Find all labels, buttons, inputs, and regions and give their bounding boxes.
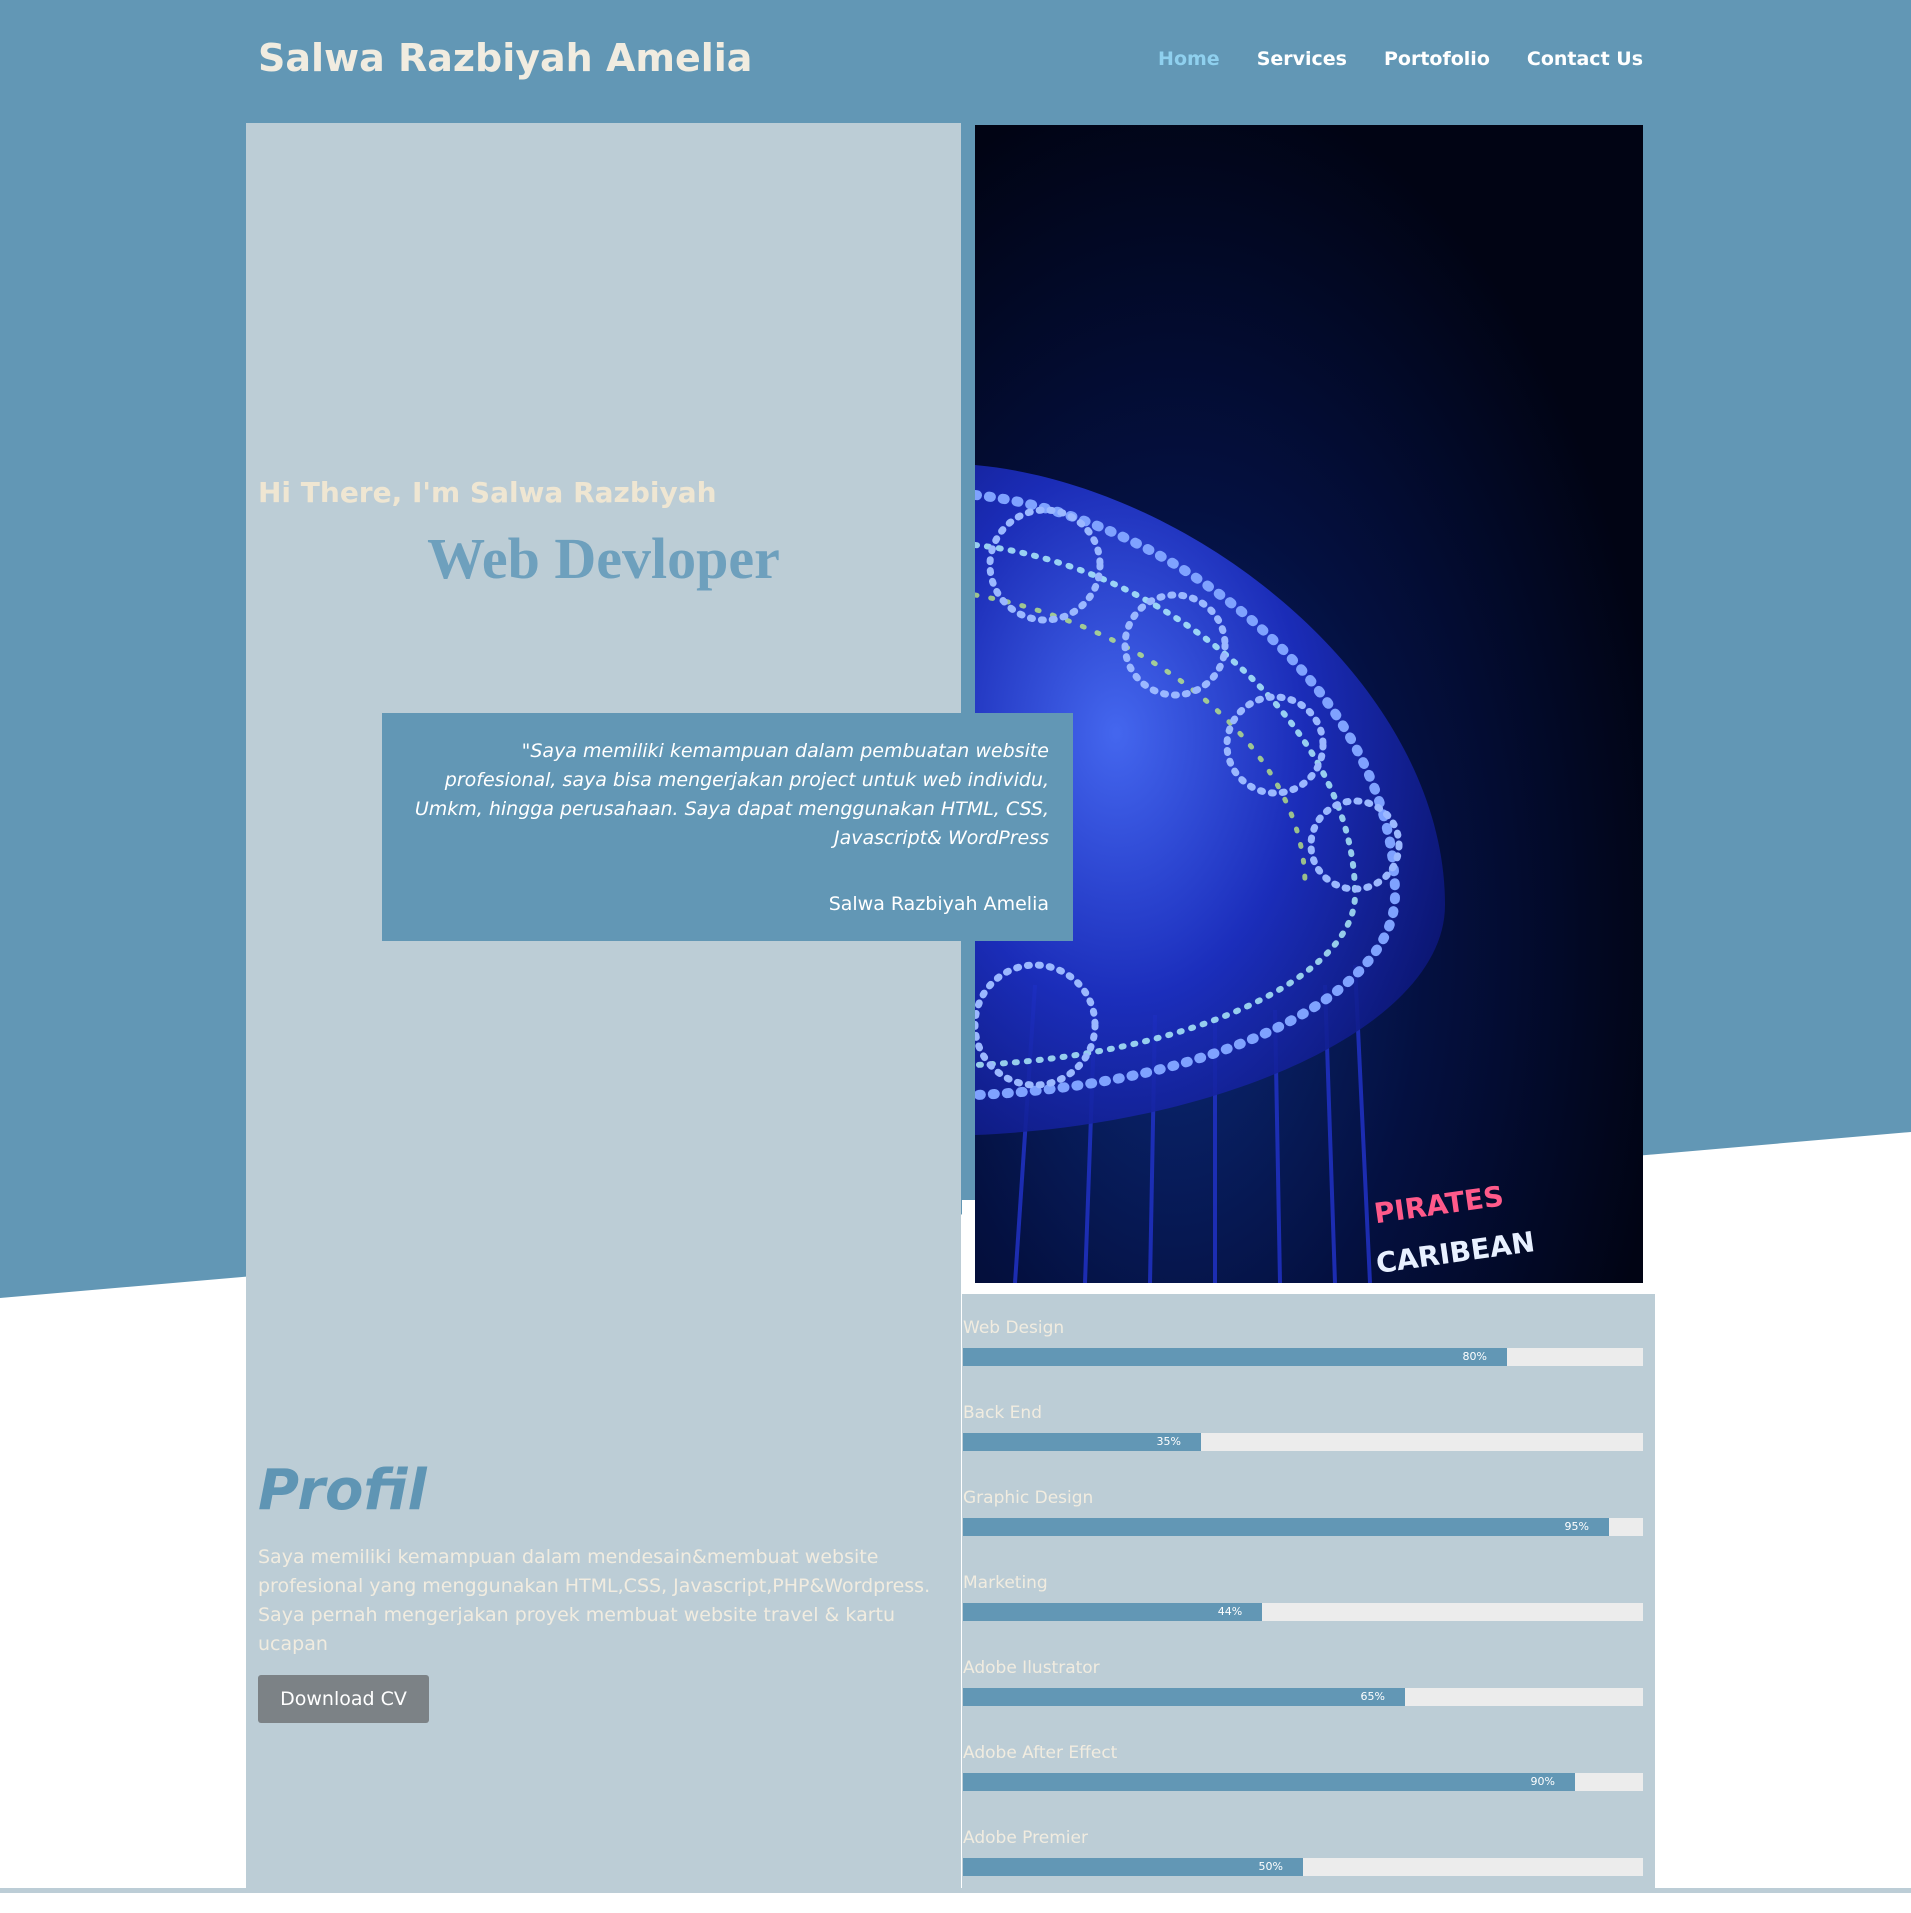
skill-progress-bar: 90% [963,1773,1575,1791]
skill-item: Adobe Ilustrator 65% [963,1658,1643,1743]
skill-label: Back End [963,1403,1042,1423]
skill-label: Graphic Design [963,1488,1094,1508]
skills-list: Web Design 80% Back End 35% Graphic Desi… [963,1318,1643,1913]
nav-home[interactable]: Home [1158,48,1220,70]
skill-percent: 35% [1156,1435,1181,1448]
skill-progress-track: 50% [963,1858,1643,1876]
skill-label: Web Design [963,1318,1065,1338]
skill-progress-bar: 44% [963,1603,1263,1621]
skill-progress-bar: 35% [963,1433,1201,1451]
quote-text: "Saya memiliki kemampuan dalam pembuatan… [414,740,1049,849]
skill-label: Adobe After Effect [963,1743,1118,1763]
quote-box: "Saya memiliki kemampuan dalam pembuatan… [382,713,1073,941]
hero-role: Web Devloper [427,526,780,591]
skill-percent: 65% [1360,1690,1385,1703]
skill-progress-bar: 65% [963,1688,1405,1706]
skill-progress-track: 80% [963,1348,1643,1366]
hero-greeting: Hi There, I'm Salwa Razbiyah [258,476,717,509]
main-nav: Home Services Portofolio Contact Us [1158,48,1643,70]
bottom-border [0,1888,1911,1893]
skill-percent: 80% [1462,1350,1487,1363]
site-brand[interactable]: Salwa Razbiyah Amelia [258,36,752,80]
skill-item: Adobe Premier 50% [963,1828,1643,1913]
quote-author: Salwa Razbiyah Amelia [828,893,1049,915]
skill-progress-track: 65% [963,1688,1643,1706]
skill-progress-track: 90% [963,1773,1643,1791]
sign-caribean: CARIBEAN [1374,1225,1537,1280]
skill-progress-track: 35% [963,1433,1643,1451]
hero-photo: PIRATES CARIBEAN [975,125,1643,1283]
skill-percent: 50% [1258,1860,1283,1873]
skill-item: Back End 35% [963,1403,1643,1488]
skill-percent: 44% [1217,1605,1243,1618]
nav-contact-us[interactable]: Contact Us [1527,48,1643,70]
profile-title: Profil [258,1458,427,1523]
nav-portofolio[interactable]: Portofolio [1384,48,1490,70]
skill-item: Graphic Design 95% [963,1488,1643,1573]
skill-label: Marketing [963,1573,1048,1593]
nav-services[interactable]: Services [1257,48,1347,70]
skill-percent: 90% [1530,1775,1555,1788]
skill-label: Adobe Premier [963,1828,1088,1848]
skill-item: Marketing 44% [963,1573,1643,1658]
skill-progress-bar: 95% [963,1518,1609,1536]
skill-label: Adobe Ilustrator [963,1658,1100,1678]
skill-progress-bar: 80% [963,1348,1507,1366]
skill-item: Web Design 80% [963,1318,1643,1403]
skill-progress-track: 95% [963,1518,1643,1536]
profile-text: Saya memiliki kemampuan dalam mendesain&… [258,1546,931,1655]
skill-percent: 95% [1564,1520,1589,1533]
carousel-illustration: PIRATES CARIBEAN [975,465,1537,1283]
sign-pirates: PIRATES [1372,1179,1506,1230]
skill-progress-track: 44% [963,1603,1643,1621]
skill-item: Adobe After Effect 90% [963,1743,1643,1828]
download-cv-button[interactable]: Download CV [258,1675,429,1723]
skill-progress-bar: 50% [963,1858,1303,1876]
